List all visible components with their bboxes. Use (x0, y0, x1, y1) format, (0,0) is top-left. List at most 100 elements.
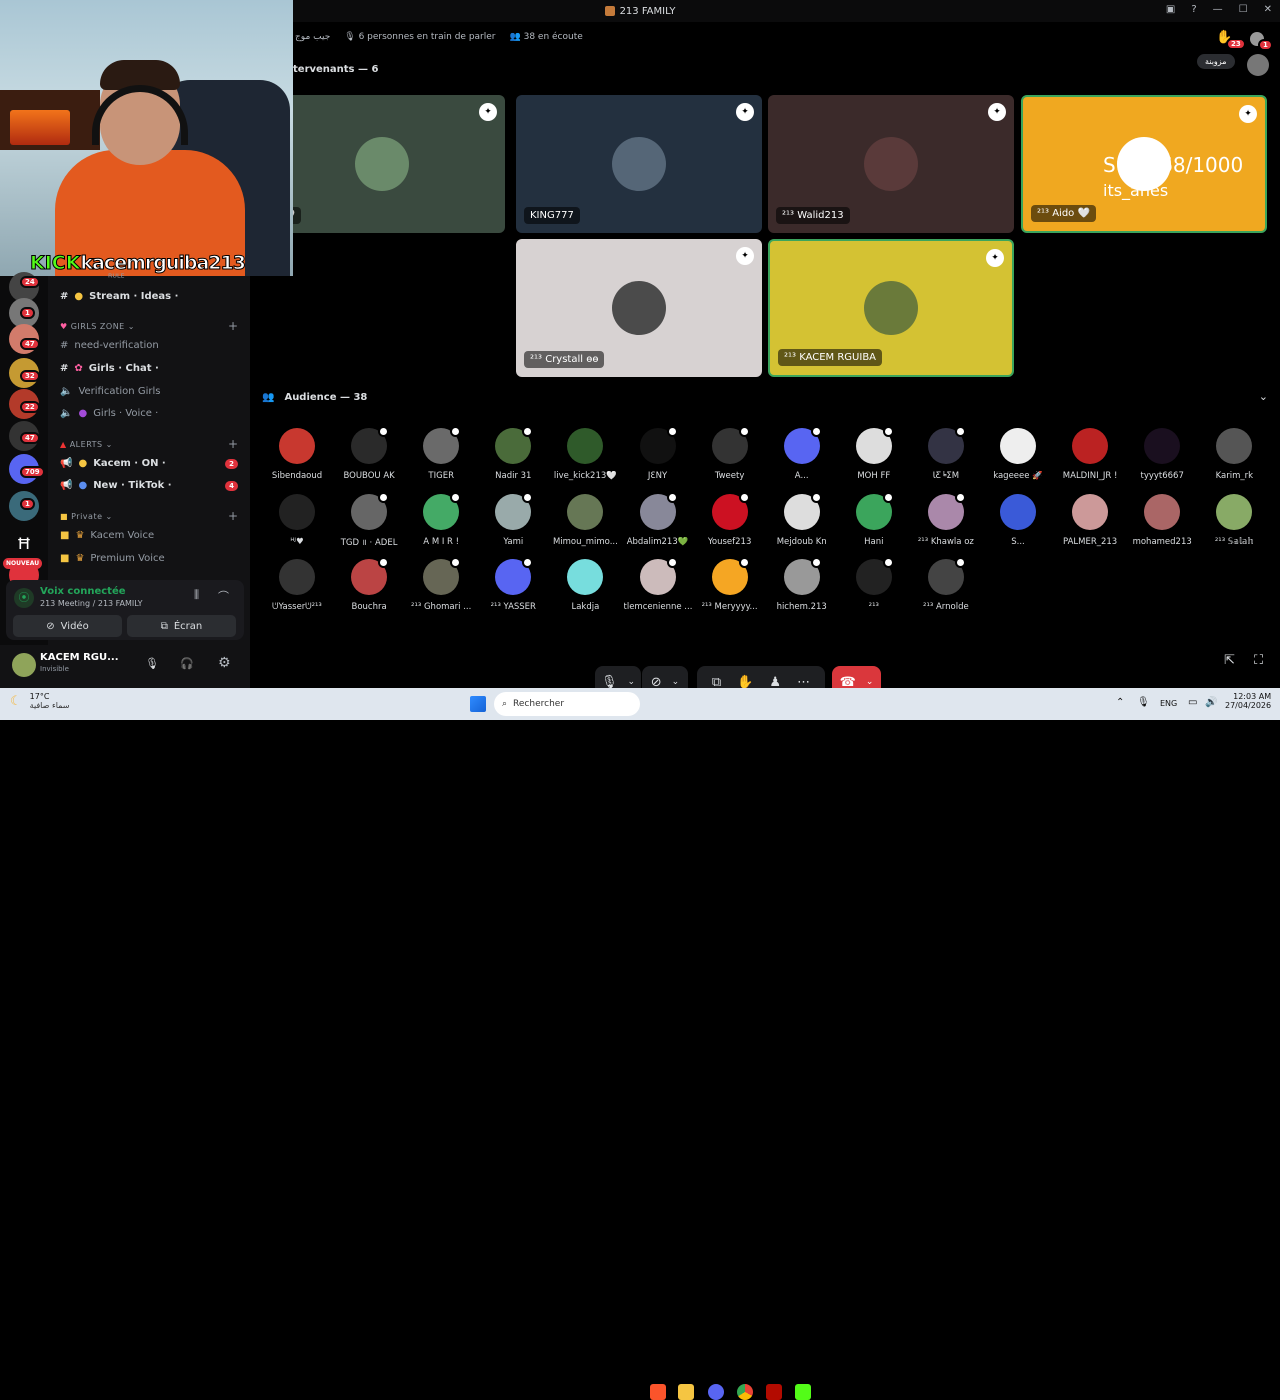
add-channel-icon[interactable]: + (228, 319, 238, 333)
audience-member[interactable]: hichem.213 (768, 557, 836, 612)
audience-member[interactable]: MALDINI_JR ! (1056, 428, 1124, 481)
audience-member[interactable]: JƐNY (624, 426, 692, 481)
close-button[interactable]: ✕ (1264, 4, 1272, 15)
audience-member[interactable]: Bouchra (335, 557, 403, 612)
chrome-icon[interactable] (737, 1384, 753, 1400)
speaker-tile[interactable]: ²¹³ Walid213 ✦ (768, 95, 1014, 233)
audience-member[interactable]: ᕫYasserᕫ²¹³ (263, 559, 331, 612)
audience-member[interactable]: kageeee 🚀 (984, 428, 1052, 481)
channel-kacem-on[interactable]: 📢 ● Kacem · ON · (60, 458, 166, 469)
audience-member[interactable]: S... (984, 493, 1052, 547)
category-alerts[interactable]: ▲ ALERTS ⌄ (60, 440, 113, 449)
audience-member[interactable]: TGD ॥ · ADEL (335, 491, 403, 548)
audience-header[interactable]: 👥 Audience — 38 (262, 392, 367, 403)
category-girls-zone[interactable]: ♥ GIRLS ZONE ⌄ (60, 322, 135, 331)
mic-icon[interactable]: 🎙 (145, 657, 159, 670)
speaker-tile[interactable]: d 🤍✦ (259, 95, 505, 233)
channel-girls-chat[interactable]: # ✿ Girls · Chat · (60, 363, 159, 374)
audience-member[interactable]: PALMER_213 (1056, 493, 1124, 547)
audience-member[interactable]: tyyyt6667 (1128, 428, 1196, 481)
audience-member[interactable]: Karim_rk (1200, 428, 1268, 481)
audience-member[interactable]: ²¹³ (840, 557, 908, 612)
noise-suppression-icon[interactable]: ⫼ (194, 588, 199, 602)
profile-pill[interactable]: مزوبنة (1197, 54, 1235, 69)
audience-member[interactable]: MÖH FF (840, 426, 908, 481)
help-icon[interactable]: ? (1191, 4, 1196, 15)
server-icon[interactable]: Ħ (9, 528, 39, 558)
discord-icon[interactable] (708, 1384, 724, 1400)
audience-member[interactable]: ᴴᴶ♥ (263, 493, 331, 547)
file-explorer-icon[interactable] (678, 1384, 694, 1400)
voice-status[interactable]: Voix connectée (40, 586, 126, 597)
audience-member[interactable]: Tweety (696, 426, 764, 481)
audience-member[interactable]: Nadir 31 (479, 426, 547, 481)
start-icon[interactable] (470, 696, 486, 712)
audience-member[interactable]: Mimou_mimo... (551, 493, 619, 547)
hand-raise-button[interactable]: ✋ 23 (1216, 30, 1246, 50)
speaker-tile[interactable]: Sub 968/1000 its_anes ²¹³ Aido 🤍 ✦ (1021, 95, 1267, 233)
speaker-tile[interactable]: KING777 ✦ (516, 95, 762, 233)
language-indicator[interactable]: ENG (1160, 699, 1177, 708)
audience-member[interactable]: ²¹³ Arnolde (912, 557, 980, 612)
channel-new-tiktok[interactable]: 📢 ● New · TikTok · (60, 480, 172, 491)
audience-member[interactable]: BOUBOU AK (335, 426, 403, 481)
audience-member[interactable]: Yousef213 (696, 491, 764, 547)
audience-member[interactable]: ²¹³ Khawla oz (912, 491, 980, 547)
audience-member[interactable]: Abdalim213💚 (624, 491, 692, 547)
brave-icon[interactable] (650, 1384, 666, 1400)
profile-avatar[interactable] (1247, 54, 1269, 76)
channel-stream-ideas[interactable]: # ● Stream · Ideas · (60, 291, 178, 302)
audience-member[interactable]: mohamed213 (1128, 493, 1196, 547)
inbox-icon[interactable]: ▣ (1166, 4, 1175, 15)
volume-icon[interactable]: 🔊 (1205, 697, 1217, 708)
kick-app-icon[interactable] (795, 1384, 811, 1400)
screen-button[interactable]: ⧉ Écran (127, 615, 236, 637)
popout-icon[interactable]: ⇱ (1224, 653, 1235, 668)
audience-member[interactable]: Hani (840, 491, 908, 547)
weather-widget[interactable]: ☾ 17°C سماء صافية (10, 692, 69, 710)
channel-girls-voice[interactable]: 🔈 ● Girls · Voice · (60, 408, 158, 419)
tray-chevron-icon[interactable]: ⌃ (1116, 697, 1124, 708)
audience-member[interactable]: Lakdja (551, 559, 619, 612)
username[interactable]: KACEM RGU... (40, 652, 119, 663)
fullscreen-icon[interactable]: ⛶ (1254, 653, 1263, 668)
minimize-button[interactable]: — (1213, 4, 1223, 15)
channel-rules[interactable]: ᴿᵁᴸᴱ (108, 273, 124, 284)
add-channel-icon[interactable]: + (228, 437, 238, 451)
avatar[interactable] (12, 653, 36, 677)
video-button[interactable]: ⊘ Vidéo (13, 615, 122, 637)
add-channel-icon[interactable]: + (228, 509, 238, 523)
audience-member[interactable]: A... (768, 426, 836, 481)
network-icon[interactable]: ▭ (1188, 697, 1197, 708)
speaker-tile[interactable]: ²¹³ KACEM RGUIBA ✦ (768, 239, 1014, 377)
category-private[interactable]: ■ Private ⌄ (60, 512, 113, 521)
channel-verification-girls[interactable]: 🔈 Verification Girls (60, 386, 160, 397)
channel-need-verification[interactable]: # need-verification (60, 340, 159, 351)
audience-member[interactable]: ²¹³ Ghomari ... (407, 557, 475, 612)
tray-mic-icon[interactable]: 🎙 (1137, 697, 1150, 708)
voice-channel[interactable]: 213 Meeting / 213 FAMILY (40, 599, 143, 608)
settings-gear-icon[interactable]: ⚙ (218, 655, 231, 671)
audience-member[interactable]: TIGER (407, 426, 475, 481)
audience-member[interactable]: ²¹³ 𝕊𝕒𝕝𝕒𝕙 (1200, 493, 1268, 547)
search-box[interactable]: ⌕ Rechercher (494, 692, 640, 716)
audience-member[interactable]: ƖƸ╘ΣM (912, 426, 980, 481)
audience-member[interactable]: live_kick213🤍 (551, 428, 619, 481)
headphones-icon[interactable]: 🎧 (180, 657, 194, 670)
audience-member[interactable]: tlemcenienne ... (624, 557, 692, 612)
audience-member[interactable]: ²¹³ YASSER (479, 557, 547, 612)
channel-kacem-voice[interactable]: ■ ♛ Kacem Voice (60, 530, 154, 541)
maximize-button[interactable]: ☐ (1239, 4, 1248, 15)
speaker-tile[interactable]: ²¹³ Crystall ɵɵ ✦ (516, 239, 762, 377)
audience-member[interactable]: A M I R ! (407, 491, 475, 547)
clock[interactable]: 12:03 AM 27/04/2026 (1225, 692, 1271, 710)
acrobat-icon[interactable] (766, 1384, 782, 1400)
disconnect-icon[interactable]: ⌒ (218, 588, 229, 604)
audience-member[interactable]: Yami (479, 491, 547, 547)
channel-premium-voice[interactable]: ■ ♛ Premium Voice (60, 553, 165, 564)
audience-member[interactable]: Sibendaoud (263, 428, 331, 481)
notification-icon[interactable]: 1 (1250, 32, 1273, 51)
audience-member[interactable]: Mejdoub Kn (768, 491, 836, 547)
collapse-icon[interactable]: ⌄ (1259, 390, 1268, 403)
audience-member[interactable]: ²¹³ Meryyyy... (696, 557, 764, 612)
